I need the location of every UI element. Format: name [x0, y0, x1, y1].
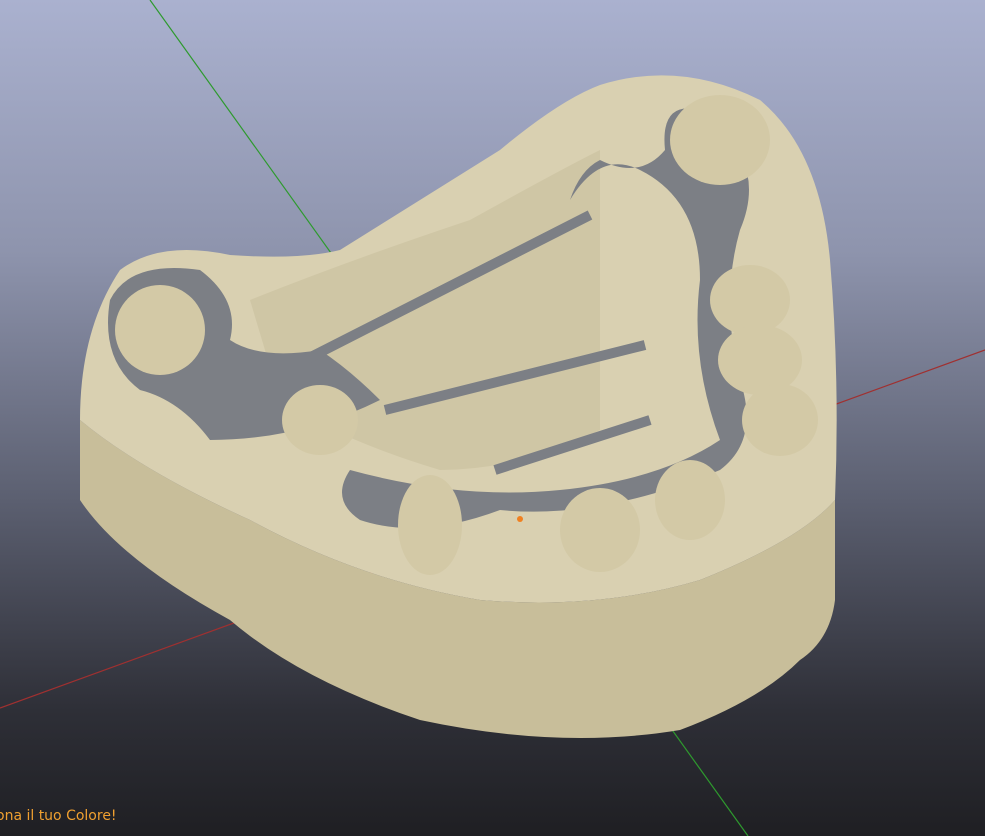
tooth — [742, 384, 818, 456]
status-message: ona il tuo Colore! — [0, 808, 117, 824]
tooth — [115, 285, 205, 375]
tooth — [398, 475, 462, 575]
dental-model[interactable] — [80, 75, 837, 738]
tooth — [560, 488, 640, 572]
tooth — [282, 385, 358, 455]
origin-point — [517, 516, 523, 522]
tooth — [655, 460, 725, 540]
3d-viewport[interactable] — [0, 0, 985, 836]
tooth — [718, 325, 802, 395]
tooth — [670, 95, 770, 185]
tooth — [710, 265, 790, 335]
